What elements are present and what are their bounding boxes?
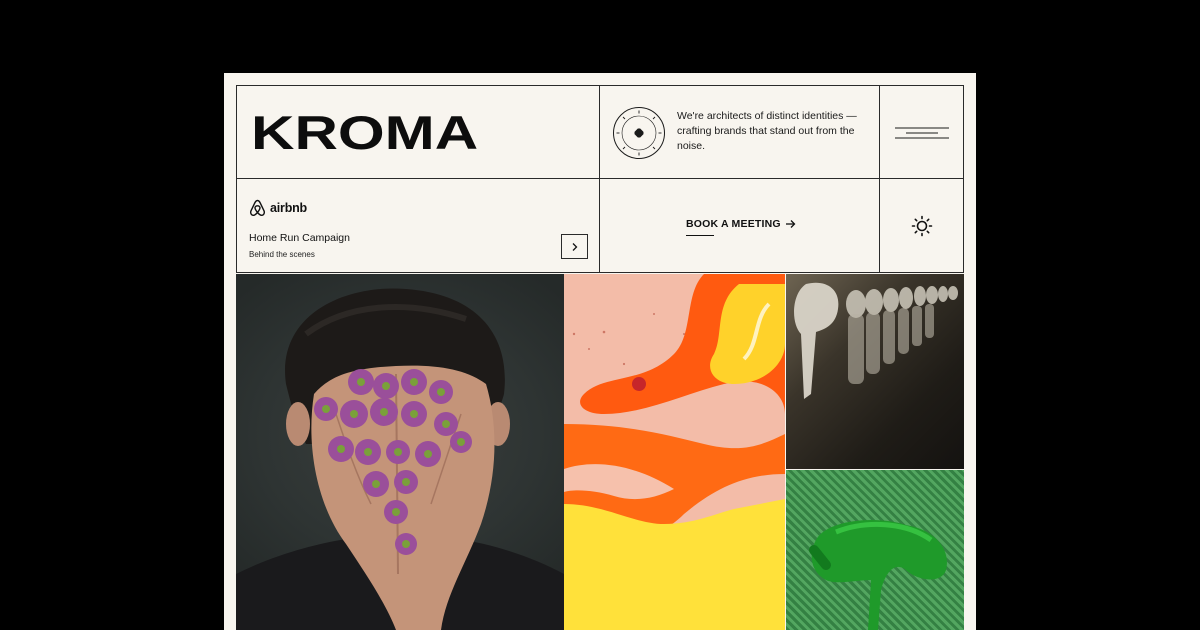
sun-icon[interactable] bbox=[911, 215, 933, 237]
arrow-right-icon bbox=[785, 220, 796, 228]
brand-logo[interactable]: KROMA bbox=[251, 108, 478, 158]
green-sculpture-image[interactable] bbox=[786, 470, 964, 630]
about-cell: We're architects of distinct identities … bbox=[600, 86, 880, 179]
logo-cell: KROMA bbox=[237, 86, 600, 179]
case-study-cell: airbnb Home Run Campaign Behind the scen… bbox=[237, 179, 600, 272]
hero-card: KROMA We're architects of distinct ident… bbox=[224, 73, 976, 630]
emblem-icon bbox=[613, 107, 665, 159]
chevron-right-icon bbox=[572, 242, 577, 251]
airbnb-logo-icon bbox=[250, 199, 265, 216]
book-meeting-link[interactable]: BOOK A MEETING bbox=[686, 218, 796, 230]
case-subtitle: Behind the scenes bbox=[249, 250, 315, 259]
face-with-flowers-image[interactable] bbox=[236, 274, 564, 630]
next-case-button[interactable] bbox=[561, 234, 588, 259]
client-brand: airbnb bbox=[249, 199, 307, 217]
about-text: We're architects of distinct identities … bbox=[677, 110, 857, 152]
cta-underline bbox=[686, 235, 714, 236]
header-grid: KROMA We're architects of distinct ident… bbox=[236, 85, 964, 273]
menu-icon[interactable] bbox=[894, 126, 950, 140]
white-figures-image[interactable] bbox=[786, 274, 964, 469]
case-title[interactable]: Home Run Campaign bbox=[249, 232, 350, 244]
theme-cell[interactable] bbox=[880, 179, 964, 272]
client-name: airbnb bbox=[270, 201, 307, 215]
cta-cell: BOOK A MEETING bbox=[600, 179, 880, 272]
menu-cell[interactable] bbox=[880, 86, 964, 179]
fluid-paint-image[interactable] bbox=[564, 274, 785, 630]
book-meeting-label[interactable]: BOOK A MEETING bbox=[686, 218, 781, 230]
